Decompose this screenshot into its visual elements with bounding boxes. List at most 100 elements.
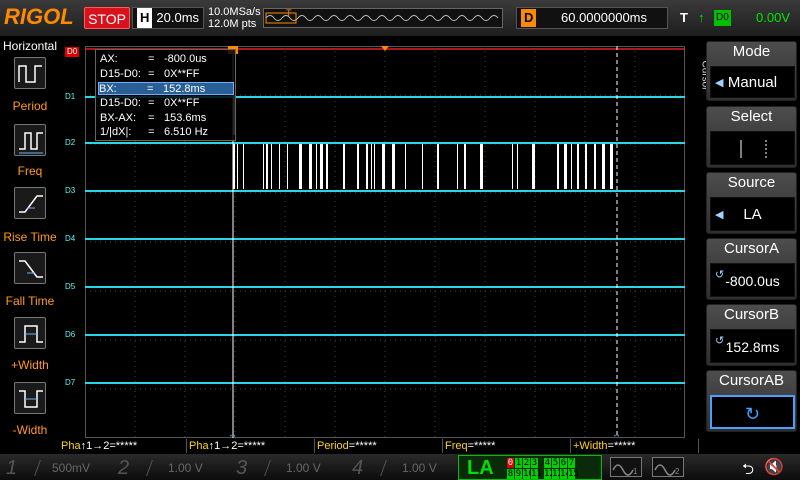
run-stop-indicator[interactable]: STOP [84,7,130,29]
burst-mark [517,144,518,189]
positive-width-label: +Width [11,358,49,372]
timebase-readout[interactable]: H 20.0ms [132,7,204,29]
delay-value: 60.0000000ms [561,10,648,25]
negative-width-icon [19,390,43,408]
burst-mark [422,144,423,189]
memory-overview-strip[interactable] [263,8,503,28]
burst-mark [571,144,572,189]
period-measure-icon [18,65,42,83]
burst-mark [266,144,268,189]
cursor-readout-box: AX: = -800.0us D15-D0: = 0X**FF BX: = 152.8ms … [95,49,236,141]
select-value [710,131,795,165]
channel-label-d4: D4 [65,234,76,243]
mode-softkey[interactable]: Mode ◀ Manual [706,41,797,101]
mode-title: Mode [732,43,771,60]
waveform-display[interactable]: ↔ ↔ D0 D1 D2 D3 D4 D5 D6 D7 AX: = -800.0us D15-D0:… [60,36,700,438]
burst-mark [464,144,466,189]
select-softkey[interactable]: Select [706,106,797,168]
trigger-readout[interactable]: T ↑ D0 0.00V [676,7,796,29]
cursorab-title: CursorAB [718,372,785,389]
burst-mark [371,144,372,189]
burst-mark [243,144,244,189]
ch3-status[interactable]: 3 1.00 V [236,458,341,478]
generator-1-button[interactable]: 1 [610,457,642,477]
burst-mark [532,144,535,189]
measurement-phase-1[interactable]: Pha↑1→2=***** [60,439,187,453]
delay-readout[interactable]: D 60.0000000ms [516,7,668,29]
trigger-source: D0 [714,10,731,26]
cursor-a-arrow: ↔ [228,429,237,438]
burst-mark [382,144,385,189]
cursor-lines-icon [740,140,767,158]
frequency-measure-icon [19,132,43,154]
positive-width-button[interactable] [14,317,46,349]
burst-mark [263,144,264,189]
burst-mark [437,144,439,189]
rise-time-icon [19,195,43,213]
generator-2-button[interactable]: 2 [652,457,684,477]
cursorb-softkey[interactable]: CursorB ↺ 152.8ms [706,304,797,366]
period-label: Period [12,99,48,113]
select-arrow-icon: ◀ [715,209,724,221]
la-bits-low: 01234567 [507,458,575,468]
cycle-arrow-icon: ↻ [744,404,761,424]
ch2-status[interactable]: 2 1.00 V [118,458,223,478]
freq-label: Freq [17,164,43,178]
cursor-menu: Cursor Mode ◀ Manual Select Source ◀ LA … [700,36,800,454]
burst-mark [279,144,280,189]
select-arrow-icon: ◀ [715,77,724,89]
measurement-freq[interactable]: Freq=***** [444,439,571,453]
sidebar-title: Horizontal [2,39,58,53]
burst-mark [366,144,368,189]
freq-button[interactable] [14,124,46,156]
channel-status-bar: 1 500mV 2 1.00 V 3 1.00 V 4 1.00 V LA 012345… [0,454,800,480]
la-bits-high: 8 9 1011 12131415 [507,469,579,479]
speaker-muted-icon[interactable]: 🔇 [764,457,784,477]
channel-label-d1: D1 [65,92,76,101]
horizontal-label: H [137,8,153,28]
period-button[interactable] [14,57,46,89]
fall-time-label: Fall Time [5,294,55,308]
brand-logo: RIGOL [4,4,74,29]
burst-mark [271,144,272,189]
channel-label-d0: D0 [65,47,80,57]
negative-width-button[interactable] [14,382,46,414]
negative-width-label: -Width [12,423,48,437]
cursorab-softkey[interactable]: CursorAB ↻ [706,370,797,432]
trigger-level: 0.00V [756,10,790,25]
memory-depth: 12.0M pts [208,18,257,30]
positive-width-icon [19,325,43,343]
sine-wave-icon: 2 [654,464,680,476]
trigger-position-marker: T [286,8,292,18]
cursora-softkey[interactable]: CursorA ↺ -800.0us [706,238,797,300]
ch4-status[interactable]: 4 1.00 V [352,458,457,478]
measurement-phase-2[interactable]: Pha↑1→2=***** [188,439,315,453]
rise-time-button[interactable] [14,187,46,219]
svg-text:1: 1 [633,467,638,476]
top-status-bar: RIGOL STOP H 20.0ms 10.0MSa/s 12.0M pts T… [0,0,800,36]
burst-mark [316,144,317,189]
burst-mark [287,144,288,189]
fall-time-icon [19,260,43,278]
measurement-period[interactable]: Period=***** [316,439,443,453]
source-softkey[interactable]: Source ◀ LA [706,172,797,234]
cursor-readout-row-selected: BX: = 152.8ms [98,82,234,95]
logic-analyzer-status[interactable]: LA 01234567 8 9 1011 12131415 [458,455,602,480]
delay-label: D [521,9,537,27]
ch1-status[interactable]: 1 500mV [6,458,111,478]
fall-time-button[interactable] [14,252,46,284]
cursor-readout-row: D15-D0: = 0X**FF [100,68,200,80]
cursorab-value: ↻ [710,395,795,429]
source-title: Source [727,174,776,191]
burst-mark [357,144,359,189]
knob-icon: ↺ [715,269,725,281]
la-label: LA [467,457,494,479]
burst-mark [480,144,483,189]
burst-mark [585,144,587,189]
cursor-readout-row: BX-AX: = 153.6ms [100,112,207,124]
channel-label-d5: D5 [65,282,76,291]
burst-mark [392,144,395,189]
trigger-label: T [680,10,688,25]
burst-mark [557,144,559,189]
measurement-positive-width[interactable]: +Width=***** [572,439,699,453]
